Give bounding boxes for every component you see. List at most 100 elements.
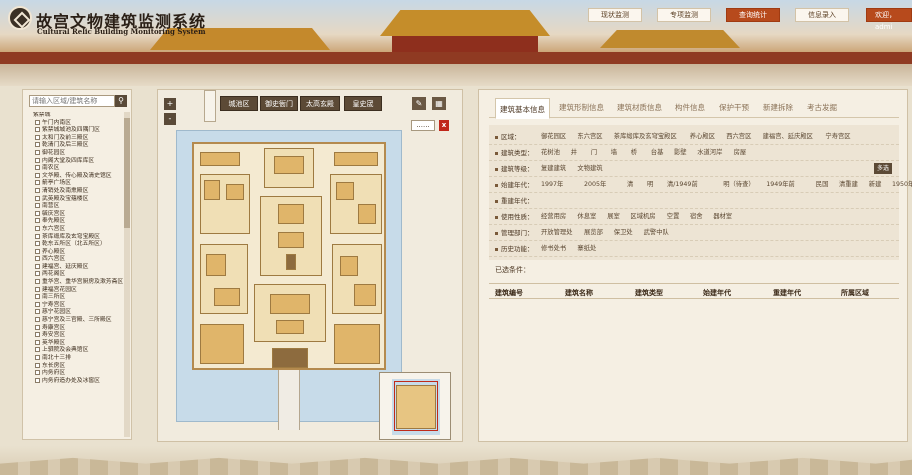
expand-icon[interactable]	[35, 187, 40, 193]
filter-option[interactable]: 复建建筑	[541, 161, 566, 177]
filter-option[interactable]: 展览部	[584, 225, 603, 241]
filter-option[interactable]: 宿舍	[690, 209, 703, 225]
filter-option[interactable]: 经营用房	[541, 209, 566, 225]
nav-special-monitoring[interactable]: 专项监测	[657, 8, 711, 22]
tree-item[interactable]: 箭亭广场区	[29, 180, 123, 188]
palace-floorplan[interactable]	[192, 142, 386, 370]
expand-icon[interactable]	[35, 355, 40, 360]
tab-new-demolish[interactable]: 新建拆除	[763, 102, 793, 113]
expand-icon[interactable]	[35, 203, 40, 209]
tab-form-info[interactable]: 建筑形制信息	[559, 102, 604, 113]
filter-option[interactable]: 区域机房	[630, 209, 655, 225]
minimap-viewport[interactable]	[394, 381, 438, 431]
tree-item[interactable]: 慈宁宫及三官殿、三所殿区	[29, 317, 123, 325]
filter-option[interactable]: 东六宫区	[577, 129, 602, 145]
col-building-type[interactable]: 建筑类型	[635, 288, 663, 298]
expand-icon[interactable]	[35, 256, 40, 262]
tree-item[interactable]: 南营区	[29, 203, 123, 211]
tree-item[interactable]: 紫禁城城池及四隅门区	[29, 127, 123, 135]
nav-query-statistics[interactable]: 查询统计	[726, 8, 780, 22]
col-building-name[interactable]: 建筑名称	[565, 288, 593, 298]
filter-option[interactable]: 茶库缎库及玄穹宝殿区	[614, 129, 677, 145]
filter-option[interactable]: 文物建筑	[577, 161, 602, 177]
expand-icon[interactable]	[35, 195, 40, 201]
filter-option[interactable]: 休息室	[577, 209, 596, 225]
filter-option[interactable]: 桥	[631, 145, 637, 161]
filter-option[interactable]: 水道河岸	[697, 145, 722, 161]
more-options-field[interactable]: ......	[411, 120, 435, 131]
filter-option[interactable]: 墙	[611, 145, 617, 161]
expand-icon[interactable]	[35, 347, 40, 353]
map-tab-archives[interactable]: 皇史宬	[344, 96, 382, 111]
filter-option[interactable]: 井	[571, 145, 577, 161]
filter-option[interactable]: 明（待查）	[723, 177, 754, 193]
filter-option[interactable]: 1950年前	[892, 177, 912, 193]
expand-icon[interactable]	[35, 210, 40, 216]
filter-option[interactable]: 寨纸处	[577, 241, 596, 257]
expand-icon[interactable]	[35, 286, 40, 292]
expand-icon[interactable]	[35, 362, 40, 368]
tree-item[interactable]: 内务府区	[29, 370, 123, 378]
filter-option[interactable]: 花树池	[541, 145, 560, 161]
map-tab-censorate[interactable]: 御史衙门	[260, 96, 298, 111]
tree-item[interactable]: 武英殿及宝蕴楼区	[29, 195, 123, 204]
expand-icon[interactable]	[35, 149, 40, 155]
zoom-out-button[interactable]: -	[164, 113, 176, 125]
tree-root[interactable]: 紫禁城	[29, 112, 123, 120]
expand-icon[interactable]	[35, 263, 40, 269]
expand-icon[interactable]	[35, 218, 40, 224]
tree-item[interactable]: 南北十三排	[29, 355, 123, 363]
expand-icon[interactable]	[35, 165, 40, 171]
expand-icon[interactable]	[35, 271, 40, 277]
search-button[interactable]: ⚲	[115, 95, 127, 107]
nav-status-monitoring[interactable]: 现状监测	[588, 8, 642, 22]
tree-item[interactable]: 慈宁花园区	[29, 309, 123, 317]
filter-option[interactable]: 明	[647, 177, 653, 193]
filter-option[interactable]: 御花园区	[541, 129, 566, 145]
filter-option[interactable]: 影壁	[674, 145, 687, 161]
col-rebuilt-era[interactable]: 重建年代	[773, 288, 801, 298]
user-welcome[interactable]: 欢迎，admi	[866, 8, 912, 31]
tab-archaeology[interactable]: 考古发掘	[807, 102, 837, 113]
tree-item[interactable]: 清销处及南熏殿区	[29, 187, 123, 196]
expand-icon[interactable]	[35, 370, 40, 376]
expand-icon[interactable]	[35, 324, 40, 330]
filter-option[interactable]: 展室	[607, 209, 620, 225]
expand-icon[interactable]	[35, 317, 40, 323]
tree-item[interactable]: 奉先殿区	[29, 218, 123, 226]
tree-item[interactable]: 乾东五所区（北五所区）	[29, 241, 123, 249]
expand-icon[interactable]	[35, 241, 40, 247]
expand-icon[interactable]	[35, 301, 40, 307]
expand-icon[interactable]	[35, 279, 40, 285]
filter-option[interactable]: 民国	[816, 177, 829, 193]
filter-option[interactable]: 空置	[667, 209, 680, 225]
tree-item[interactable]: 寿安宫区	[29, 332, 123, 340]
filter-option[interactable]: 2005年	[584, 177, 606, 193]
multi-select-button[interactable]: 多选	[874, 163, 892, 174]
tree-item[interactable]: 西六宫区	[29, 256, 123, 264]
filter-option[interactable]: 清重建	[839, 177, 858, 193]
tree-item[interactable]: 南三所区	[29, 294, 123, 302]
search-input[interactable]	[29, 95, 115, 107]
overview-minimap[interactable]	[379, 372, 451, 440]
filter-option[interactable]: 武警中队	[644, 225, 669, 241]
filter-option[interactable]: 清/1949前	[667, 177, 698, 193]
tab-component-info[interactable]: 构件信息	[675, 102, 705, 113]
tree-item[interactable]: 茶库缎库及玄穹宝殿区	[29, 233, 123, 242]
filter-option[interactable]: 器材室	[713, 209, 732, 225]
nav-data-entry[interactable]: 信息录入	[795, 8, 849, 22]
tree-item[interactable]: 东六宫区	[29, 225, 123, 234]
tree-item[interactable]: 上驷院及会典馆区	[29, 347, 123, 355]
expand-icon[interactable]	[35, 225, 40, 231]
tree-item[interactable]: 内务府造办处及冰窖区	[29, 377, 123, 386]
expand-icon[interactable]	[35, 248, 40, 254]
expand-icon[interactable]	[35, 339, 40, 345]
tab-material-info[interactable]: 建筑材质信息	[617, 102, 662, 113]
filter-option[interactable]: 1997年	[541, 177, 563, 193]
col-built-era[interactable]: 始建年代	[703, 288, 731, 298]
expand-icon[interactable]	[35, 377, 40, 383]
draw-tool-button[interactable]: ✎	[412, 97, 426, 110]
map-panel[interactable]: + - 城池区 御史衙门 太高玄殿 皇史宬 ✎ ▦ ...... x	[157, 89, 463, 442]
filter-option[interactable]: 房屋	[734, 145, 747, 161]
filter-option[interactable]: 新建	[869, 177, 882, 193]
